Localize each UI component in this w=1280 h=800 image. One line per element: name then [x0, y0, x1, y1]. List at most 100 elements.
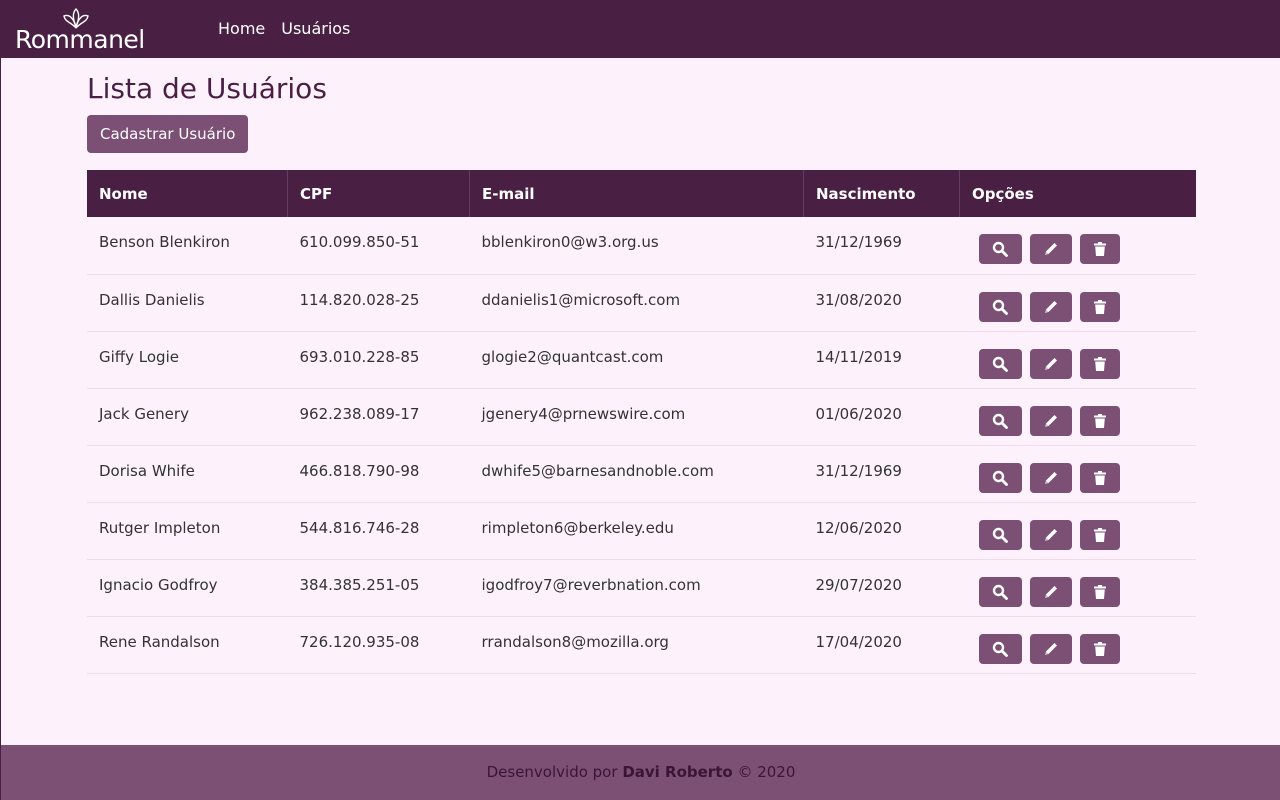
cell-email: igodfroy7@reverbnation.com	[469, 559, 804, 617]
cell-cpf: 962.238.089-17	[287, 388, 470, 446]
row-actions	[972, 519, 1185, 550]
view-button[interactable]	[978, 633, 1022, 664]
search-icon	[992, 470, 1008, 486]
view-button[interactable]	[978, 519, 1022, 550]
header-opcoes: Opções	[959, 170, 1196, 217]
cell-email: ddanielis1@microsoft.com	[469, 274, 804, 332]
cell-opcoes	[959, 388, 1196, 446]
cell-nome: Rene Randalson	[87, 616, 288, 674]
cell-nome: Dorisa Whife	[87, 445, 288, 503]
nav-links: Home Usuários	[218, 18, 350, 40]
brand-logo[interactable]: Rommanel	[15, 6, 155, 54]
edit-button[interactable]	[1029, 234, 1072, 264]
table-row: Giffy Logie 693.010.228-85 glogie2@quantca…	[87, 331, 1196, 389]
table-row: Ignacio Godfroy 384.385.251-05 igodfroy7@r…	[87, 559, 1196, 617]
header-email: E-mail	[469, 170, 804, 217]
table-row: Benson Blenkiron 610.099.850-51 bblenkiron…	[87, 217, 1196, 275]
cell-email: jgenery4@prnewswire.com	[469, 388, 804, 446]
cell-opcoes	[959, 331, 1196, 389]
cell-opcoes	[959, 274, 1196, 332]
edit-button[interactable]	[1029, 291, 1072, 322]
trash-icon	[1092, 527, 1108, 543]
row-actions	[972, 291, 1185, 322]
row-actions	[972, 576, 1185, 607]
table-row: Rene Randalson 726.120.935-08 rrandalson8@…	[87, 616, 1196, 674]
view-button[interactable]	[978, 291, 1022, 322]
users-table: Nome CPF E-mail Nascimento Opções Benson…	[87, 170, 1196, 674]
delete-button[interactable]	[1079, 633, 1120, 664]
view-button[interactable]	[978, 234, 1022, 264]
edit-button[interactable]	[1029, 519, 1072, 550]
footer: Desenvolvido por Davi Roberto © 2020	[1, 745, 1280, 800]
search-icon	[992, 641, 1008, 657]
delete-button[interactable]	[1079, 348, 1120, 379]
edit-button[interactable]	[1029, 633, 1072, 664]
view-button[interactable]	[978, 405, 1022, 436]
table-row: Dallis Danielis 114.820.028-25 ddanielis1@…	[87, 274, 1196, 332]
table-row: Jack Genery 962.238.089-17 jgenery4@prnews…	[87, 388, 1196, 446]
pencil-icon	[1043, 356, 1059, 372]
header-cpf: CPF	[287, 170, 470, 217]
delete-button[interactable]	[1079, 291, 1120, 322]
delete-button[interactable]	[1079, 234, 1120, 264]
cell-opcoes	[959, 217, 1196, 275]
cell-opcoes	[959, 445, 1196, 503]
cell-cpf: 384.385.251-05	[287, 559, 470, 617]
trash-icon	[1092, 356, 1108, 372]
pencil-icon	[1043, 470, 1059, 486]
edit-button[interactable]	[1029, 405, 1072, 436]
trash-icon	[1092, 641, 1108, 657]
row-actions	[972, 234, 1185, 264]
cell-email: glogie2@quantcast.com	[469, 331, 804, 389]
cell-email: dwhife5@barnesandnoble.com	[469, 445, 804, 503]
nav-link-home[interactable]: Home	[218, 18, 265, 40]
table-header-row: Nome CPF E-mail Nascimento Opções	[87, 170, 1196, 217]
cell-nascimento: 12/06/2020	[803, 502, 960, 560]
search-icon	[992, 299, 1008, 315]
search-icon	[992, 356, 1008, 372]
table-row: Rutger Impleton 544.816.746-28 rimpleton6@…	[87, 502, 1196, 560]
pencil-icon	[1043, 584, 1059, 600]
edit-button[interactable]	[1029, 462, 1072, 493]
delete-button[interactable]	[1079, 576, 1120, 607]
row-actions	[972, 405, 1185, 436]
cell-opcoes	[959, 502, 1196, 560]
delete-button[interactable]	[1079, 519, 1120, 550]
view-button[interactable]	[978, 462, 1022, 493]
cell-email: bblenkiron0@w3.org.us	[469, 217, 804, 275]
search-icon	[992, 241, 1008, 257]
view-button[interactable]	[978, 576, 1022, 607]
footer-author: Davi Roberto	[622, 763, 733, 781]
cell-opcoes	[959, 559, 1196, 617]
cell-nome: Giffy Logie	[87, 331, 288, 389]
cell-nome: Benson Blenkiron	[87, 217, 288, 275]
trash-icon	[1092, 299, 1108, 315]
header-nascimento: Nascimento	[803, 170, 960, 217]
edit-button[interactable]	[1029, 576, 1072, 607]
search-icon	[992, 413, 1008, 429]
search-icon	[992, 527, 1008, 543]
cell-email: rrandalson8@mozilla.org	[469, 616, 804, 674]
cell-nascimento: 14/11/2019	[803, 331, 960, 389]
cell-nascimento: 17/04/2020	[803, 616, 960, 674]
cell-cpf: 726.120.935-08	[287, 616, 470, 674]
cell-nome: Jack Genery	[87, 388, 288, 446]
cell-nascimento: 31/12/1969	[803, 445, 960, 503]
brand-name: Rommanel	[15, 25, 145, 54]
cell-cpf: 610.099.850-51	[287, 217, 470, 275]
cell-cpf: 693.010.228-85	[287, 331, 470, 389]
delete-button[interactable]	[1079, 462, 1120, 493]
trash-icon	[1092, 470, 1108, 486]
edit-button[interactable]	[1029, 348, 1072, 379]
header-nome: Nome	[87, 170, 288, 217]
cell-cpf: 466.818.790-98	[287, 445, 470, 503]
nav-link-usuarios[interactable]: Usuários	[281, 18, 350, 40]
delete-button[interactable]	[1079, 405, 1120, 436]
cell-nascimento: 31/08/2020	[803, 274, 960, 332]
create-user-button[interactable]: Cadastrar Usuário	[87, 115, 249, 153]
row-actions	[972, 462, 1185, 493]
cell-nome: Ignacio Godfroy	[87, 559, 288, 617]
footer-prefix: Desenvolvido por	[486, 763, 618, 781]
view-button[interactable]	[978, 348, 1022, 379]
top-navbar: Rommanel Home Usuários	[1, 0, 1280, 58]
